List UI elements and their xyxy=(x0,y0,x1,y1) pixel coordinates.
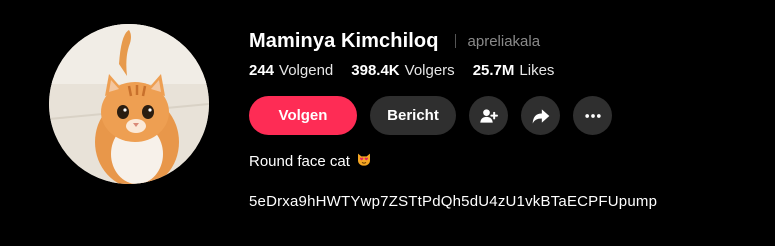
stats-row: 244 Volgend 398.4K Volgers 25.7M Likes xyxy=(249,62,572,79)
smiling-cat-heart-eyes-emoji-icon xyxy=(356,151,372,171)
profile-link-text: 5eDrxa9hHWTYwp7ZSTtPdQh5dU4zU1vkBTaECPFU… xyxy=(249,193,658,210)
stat-followers-label: Volgers xyxy=(404,62,455,79)
profile-bio: Round face cat xyxy=(249,151,372,171)
add-friend-button[interactable] xyxy=(469,96,508,135)
name-divider xyxy=(454,34,456,48)
profile-actions: Volgen Bericht xyxy=(249,96,625,135)
name-row: Maminya Kimchiloq apreliakala xyxy=(249,28,540,54)
message-button[interactable]: Bericht xyxy=(370,96,456,135)
stat-following-label: Volgend xyxy=(279,62,334,79)
stat-followers[interactable]: 398.4K Volgers xyxy=(351,62,454,79)
username-handle: apreliakala xyxy=(467,32,541,50)
stat-likes-label: Likes xyxy=(519,62,555,79)
share-button[interactable] xyxy=(521,96,560,135)
stat-likes-count: 25.7M xyxy=(472,62,515,79)
profile-avatar[interactable] xyxy=(49,24,209,184)
bio-text: Round face cat xyxy=(249,152,350,170)
share-arrow-icon xyxy=(532,108,549,123)
more-dots-icon xyxy=(584,113,601,118)
stat-following-count: 244 xyxy=(249,62,275,79)
stat-following[interactable]: 244 Volgend xyxy=(249,62,333,79)
stat-likes: 25.7M Likes xyxy=(473,62,555,79)
more-options-button[interactable] xyxy=(573,96,612,135)
add-user-icon xyxy=(479,108,498,123)
display-name: Maminya Kimchiloq xyxy=(249,29,439,52)
follow-button[interactable]: Volgen xyxy=(249,96,357,135)
stat-followers-count: 398.4K xyxy=(351,62,400,79)
orange-cat-photo xyxy=(49,24,209,184)
